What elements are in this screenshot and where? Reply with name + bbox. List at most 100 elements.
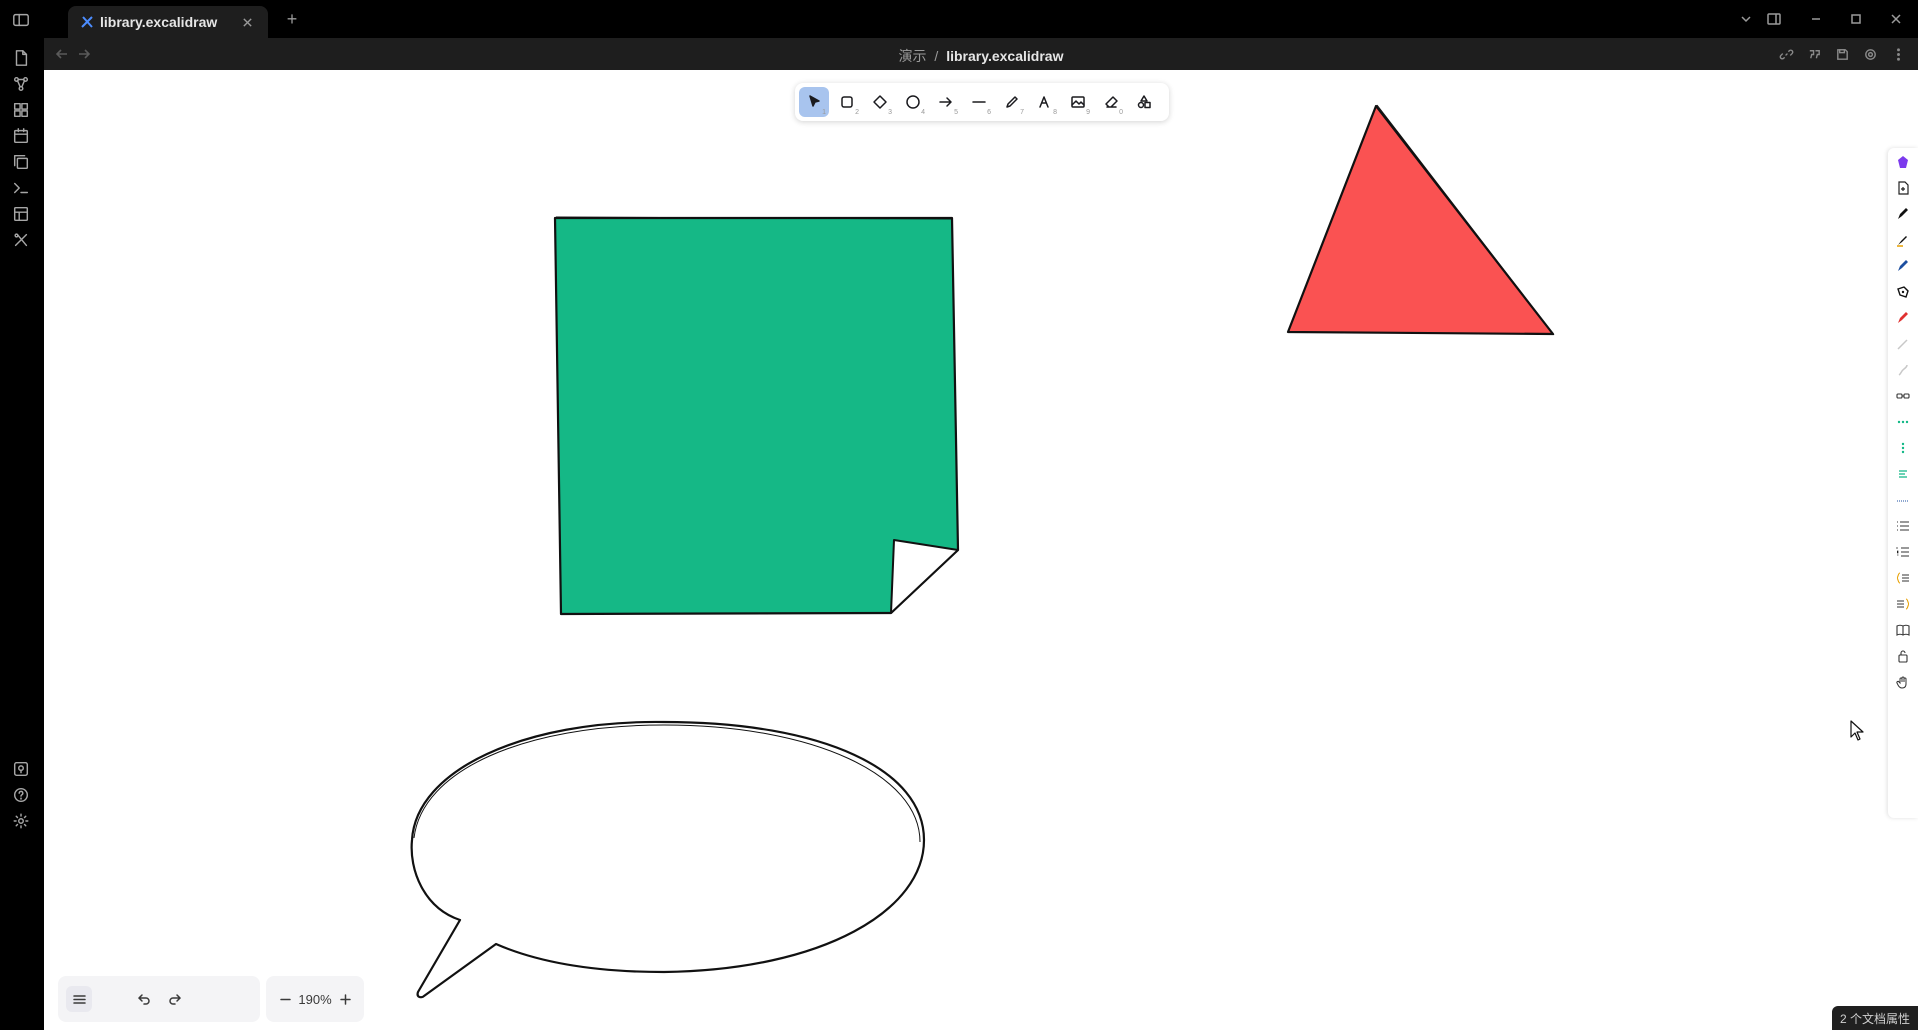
latex-icon[interactable] — [1893, 490, 1913, 510]
mouse-cursor-icon — [1850, 720, 1864, 741]
rectangle-icon — [841, 96, 853, 108]
text-icon — [1039, 96, 1049, 108]
tool-key: 3 — [888, 109, 892, 116]
line-tool[interactable]: 6 — [964, 87, 994, 117]
new-file-icon[interactable] — [1893, 178, 1913, 198]
eraser-icon — [1105, 96, 1118, 108]
pencil-faint-icon[interactable] — [1893, 334, 1913, 354]
dashboard-icon[interactable] — [10, 99, 32, 121]
excalidraw-toolbar: 1 2 3 4 5 6 7 8 9 0 — [795, 83, 1169, 121]
maximize-icon[interactable] — [1844, 8, 1868, 30]
sidebar-toggle-icon[interactable] — [10, 9, 32, 31]
tool-key: 5 — [954, 109, 958, 116]
glasses-icon[interactable] — [1893, 386, 1913, 406]
undo-icon[interactable] — [131, 986, 157, 1012]
view-header: 演示 / library.excalidraw — [44, 38, 1918, 70]
tool-key: 1 — [822, 109, 826, 116]
selection-tool[interactable]: 1 — [799, 87, 829, 117]
pencil-icon — [1006, 96, 1018, 108]
obsidian-logo-icon[interactable] — [1893, 152, 1913, 172]
red-triangle-shape[interactable] — [1286, 104, 1555, 336]
excalidraw-icon[interactable] — [10, 229, 32, 251]
hamburger-menu-icon[interactable] — [66, 986, 92, 1012]
tool-key: 2 — [855, 109, 859, 116]
link-icon[interactable] — [1776, 44, 1796, 64]
breadcrumb: 演示 / library.excalidraw — [44, 46, 1918, 66]
library-tool[interactable] — [1129, 87, 1159, 117]
breadcrumb-file[interactable]: library.excalidraw — [946, 48, 1063, 64]
text-tool[interactable]: 8 — [1030, 87, 1060, 117]
open-quick-switcher-icon[interactable] — [10, 47, 32, 69]
new-tab-plus: + — [286, 9, 298, 29]
pen-black-icon[interactable] — [1893, 204, 1913, 224]
copy-icon[interactable] — [10, 151, 32, 173]
quote-icon[interactable] — [1804, 44, 1824, 64]
marker-icon[interactable] — [1893, 282, 1913, 302]
green-sticky-note-shape[interactable] — [553, 216, 960, 616]
bracket-right-icon[interactable] — [1893, 594, 1913, 614]
breadcrumb-separator: / — [934, 48, 939, 64]
settings-gear-icon[interactable] — [10, 810, 32, 832]
speech-bubble-shape[interactable] — [410, 720, 926, 999]
highlighter-red-icon[interactable] — [1893, 308, 1913, 328]
pen-blue-icon[interactable] — [1893, 256, 1913, 276]
vault-icon[interactable] — [10, 758, 32, 780]
ellipse-icon — [906, 95, 920, 109]
redo-icon[interactable] — [161, 986, 187, 1012]
more-options-icon[interactable] — [1888, 44, 1908, 64]
custom-tools-panel — [1888, 148, 1918, 818]
unlock-icon[interactable] — [1893, 646, 1913, 666]
gear-icon[interactable] — [1860, 44, 1880, 64]
numbered-list-icon[interactable] — [1893, 542, 1913, 562]
pointer-icon — [809, 95, 820, 107]
arrow-tool[interactable]: 5 — [931, 87, 961, 117]
diamond-icon — [873, 95, 887, 109]
rectangle-tool[interactable]: 2 — [832, 87, 862, 117]
template-icon[interactable] — [10, 203, 32, 225]
help-icon[interactable] — [10, 784, 32, 806]
main-menu-island — [58, 976, 260, 1022]
close-window-icon[interactable] — [1884, 8, 1908, 30]
calendar-icon[interactable] — [10, 125, 32, 147]
tool-key: 0 — [1119, 109, 1123, 116]
breadcrumb-folder[interactable]: 演示 — [899, 48, 927, 64]
book-icon[interactable] — [1893, 620, 1913, 640]
diamond-tool[interactable]: 3 — [865, 87, 895, 117]
excalidraw-file-icon — [81, 16, 93, 28]
brush-faint-icon[interactable] — [1893, 360, 1913, 380]
zoom-controls: 190% — [266, 976, 364, 1022]
ellipse-tool[interactable]: 4 — [898, 87, 928, 117]
tool-key: 9 — [1086, 109, 1090, 116]
draw-tool[interactable]: 7 — [997, 87, 1027, 117]
tab-list-chevron-icon[interactable] — [1734, 8, 1758, 30]
left-ribbon — [0, 0, 44, 1030]
list-icon[interactable] — [1893, 516, 1913, 536]
zoom-in-icon[interactable] — [332, 986, 358, 1012]
dotted-vertical-green-icon[interactable] — [1893, 438, 1913, 458]
bracket-list-icon[interactable] — [1893, 568, 1913, 588]
hand-pan-icon[interactable] — [1893, 672, 1913, 692]
dotted-line-green-icon[interactable] — [1893, 412, 1913, 432]
image-icon — [1071, 96, 1085, 108]
excalidraw-canvas[interactable] — [44, 70, 1918, 1030]
terminal-icon[interactable] — [10, 177, 32, 199]
minimize-icon[interactable] — [1804, 8, 1828, 30]
split-view-icon[interactable] — [1762, 8, 1786, 30]
line-icon — [972, 101, 986, 103]
tab-bar: library.excalidraw + — [44, 0, 1918, 38]
tool-key: 4 — [921, 109, 925, 116]
text-align-icon[interactable] — [1893, 464, 1913, 484]
save-icon[interactable] — [1832, 44, 1852, 64]
header-actions — [1776, 44, 1908, 64]
close-tab-icon[interactable] — [236, 11, 258, 33]
fountain-pen-icon[interactable] — [1893, 230, 1913, 250]
tool-key: 8 — [1053, 109, 1057, 116]
eraser-tool[interactable]: 0 — [1096, 87, 1126, 117]
status-bar-doc-properties[interactable]: 2 个文档属性 — [1832, 1006, 1918, 1030]
zoom-out-icon[interactable] — [272, 986, 298, 1012]
new-tab-button[interactable]: + — [280, 8, 304, 30]
zoom-level[interactable]: 190% — [298, 992, 331, 1007]
tab-library-excalidraw[interactable]: library.excalidraw — [68, 6, 268, 38]
graph-view-icon[interactable] — [10, 73, 32, 95]
image-tool[interactable]: 9 — [1063, 87, 1093, 117]
